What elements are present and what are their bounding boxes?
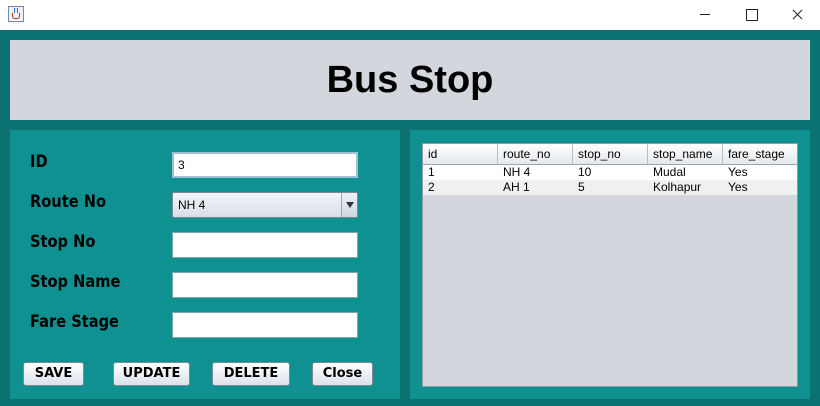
- maximize-icon[interactable]: [728, 0, 774, 30]
- table-cell: Mudal: [653, 165, 686, 179]
- table-cell: NH 4: [503, 165, 531, 179]
- column-header-fare-stage[interactable]: fare_stage: [723, 144, 797, 164]
- table-cell: 5: [578, 180, 585, 194]
- column-header-stop-name[interactable]: stop_name: [648, 144, 723, 164]
- close-icon[interactable]: [774, 0, 820, 30]
- close-button[interactable]: Close: [312, 362, 373, 386]
- fare-stage-field[interactable]: [172, 312, 358, 338]
- update-button[interactable]: UPDATE: [113, 362, 190, 386]
- column-header-id[interactable]: id: [423, 144, 498, 164]
- route-no-label: Route No: [30, 192, 106, 212]
- route-no-select[interactable]: NH 4: [172, 192, 358, 218]
- table-cell: 2: [428, 180, 435, 194]
- fare-stage-label: Fare Stage: [30, 312, 119, 332]
- main-frame: Bus Stop ID 3 Route No NH 4 Stop No Stop…: [0, 30, 820, 406]
- table-row[interactable]: 1 NH 4 10 Mudal Yes: [423, 165, 797, 180]
- table-panel: id route_no stop_no stop_name fare_stage…: [410, 130, 810, 399]
- delete-button[interactable]: DELETE: [212, 362, 290, 386]
- id-label: ID: [30, 152, 48, 172]
- stop-name-label: Stop Name: [30, 272, 121, 292]
- route-no-value: NH 4: [178, 198, 206, 212]
- table-cell: 10: [578, 165, 592, 179]
- table-row[interactable]: 2 AH 1 5 Kolhapur Yes: [423, 180, 797, 195]
- page-title: Bus Stop: [326, 59, 494, 101]
- table-cell: Kolhapur: [653, 180, 702, 194]
- stop-no-field[interactable]: [172, 232, 358, 258]
- minimize-icon[interactable]: [682, 0, 728, 30]
- stop-no-label: Stop No: [30, 232, 96, 252]
- table-cell: 1: [428, 165, 435, 179]
- form-panel: ID 3 Route No NH 4 Stop No Stop Name Far…: [10, 130, 400, 399]
- table-cell: AH 1: [503, 180, 530, 194]
- id-field[interactable]: 3: [172, 152, 358, 178]
- window-titlebar: [0, 0, 820, 30]
- stop-name-field[interactable]: [172, 272, 358, 298]
- table-header: id route_no stop_no stop_name fare_stage: [423, 144, 797, 165]
- table-cell: Yes: [728, 180, 748, 194]
- chevron-down-icon[interactable]: [341, 193, 357, 217]
- column-header-stop-no[interactable]: stop_no: [573, 144, 648, 164]
- column-header-route-no[interactable]: route_no: [498, 144, 573, 164]
- java-cup-icon: [8, 6, 24, 22]
- bus-stop-table[interactable]: id route_no stop_no stop_name fare_stage…: [422, 143, 798, 387]
- save-button[interactable]: SAVE: [23, 362, 84, 386]
- header-panel: Bus Stop: [10, 40, 810, 120]
- table-cell: Yes: [728, 165, 748, 179]
